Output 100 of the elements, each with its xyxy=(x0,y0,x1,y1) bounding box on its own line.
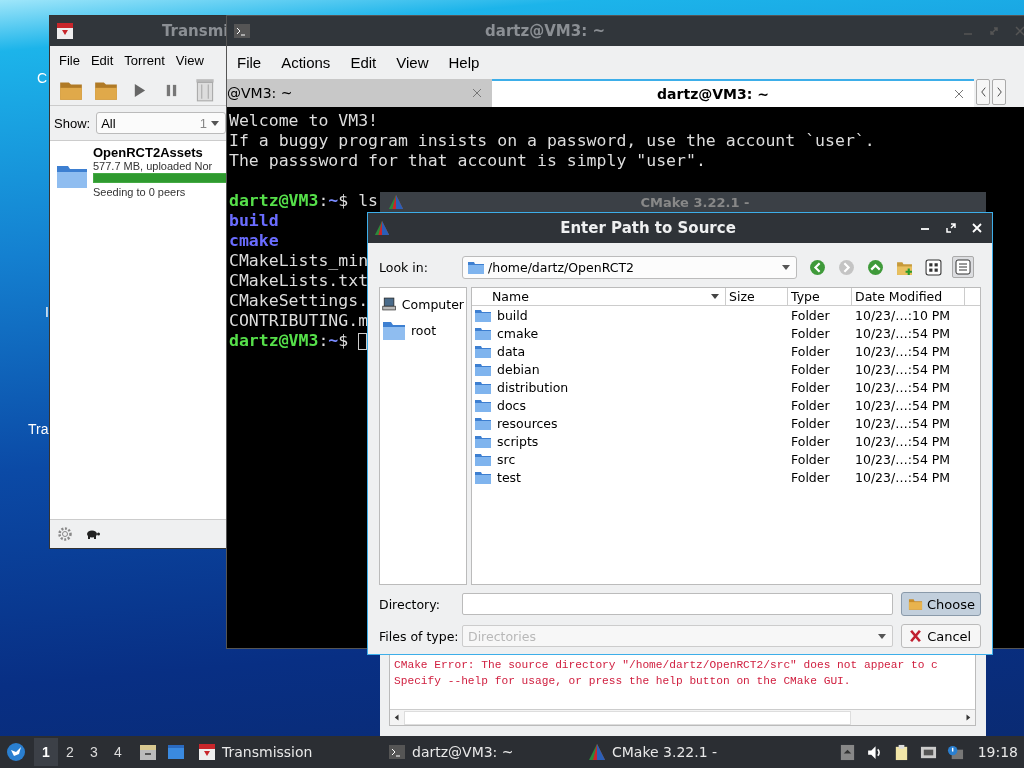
terminal-line: CMakeSettings. xyxy=(229,291,369,311)
terminal-icon xyxy=(388,743,406,761)
gear-icon[interactable] xyxy=(57,526,73,542)
window-icon[interactable] xyxy=(166,742,186,762)
workspace-button[interactable]: 4 xyxy=(106,738,130,766)
directory-name: cmake xyxy=(229,231,279,251)
terminal-tab[interactable]: dartz@VM3: ~ xyxy=(492,79,974,107)
clock[interactable]: 19:18 xyxy=(977,744,1018,760)
list-view-button[interactable] xyxy=(952,256,974,278)
caret-icon xyxy=(782,264,790,270)
scroll-right-icon[interactable] xyxy=(965,713,971,722)
terminal-line: Welcome to VM3! xyxy=(229,111,378,131)
file-type: Folder xyxy=(791,325,830,341)
tab-scroll-right-button[interactable] xyxy=(992,79,1006,105)
workspace-button[interactable]: 1 xyxy=(34,738,58,766)
file-type: Folder xyxy=(791,379,830,395)
menu-item[interactable]: Torrent xyxy=(124,53,165,68)
folder-icon xyxy=(908,597,923,611)
cancel-button[interactable]: Cancel xyxy=(901,624,981,648)
directory-field[interactable] xyxy=(462,593,893,615)
volume-icon[interactable] xyxy=(865,743,883,761)
directory-label: Directory: xyxy=(379,596,441,612)
prompt-line: dartz@VM3:~$ xyxy=(229,331,350,351)
file-name[interactable]: distribution xyxy=(497,379,569,395)
file-date: 10/23/…:54 PM xyxy=(855,433,951,449)
column-header[interactable]: Size xyxy=(726,288,788,305)
torrent-name[interactable]: OpenRCT2Assets xyxy=(93,145,226,160)
bird-logo-icon[interactable] xyxy=(6,742,26,762)
gift-box-icon xyxy=(198,743,216,761)
folder-icon xyxy=(475,344,491,358)
file-name[interactable]: build xyxy=(497,307,528,323)
folder-icon xyxy=(475,398,491,412)
column-header[interactable]: Name xyxy=(472,288,726,305)
caret-icon xyxy=(878,633,887,639)
file-date: 10/23/…:54 PM xyxy=(855,379,951,395)
turtle-icon[interactable] xyxy=(85,529,101,539)
choose-button[interactable]: Choose xyxy=(901,592,981,616)
tab-scroll-left-button[interactable] xyxy=(976,79,990,105)
folder-icon xyxy=(475,470,491,484)
workspace-button[interactable]: 2 xyxy=(58,738,82,766)
menu-item[interactable]: View xyxy=(175,53,204,68)
file-name[interactable]: data xyxy=(497,343,526,359)
menu-item[interactable]: File xyxy=(227,54,272,71)
folder-icon xyxy=(475,326,491,340)
place-item[interactable]: root xyxy=(380,317,466,343)
file-date: 10/23/…:10 PM xyxy=(855,307,951,323)
workspace-button[interactable]: 3 xyxy=(82,738,106,766)
taskbar-task[interactable]: Transmission xyxy=(194,738,384,766)
taskbar-task[interactable]: CMake 3.22.1 - xyxy=(584,738,722,766)
file-name[interactable]: test xyxy=(497,469,521,485)
notification-icon[interactable] xyxy=(946,743,964,761)
terminal-line: CMakeLists_min xyxy=(229,251,369,271)
column-header[interactable]: Type xyxy=(788,288,852,305)
file-type: Folder xyxy=(791,307,830,323)
file-date: 10/23/…:54 PM xyxy=(855,415,951,431)
computer-icon xyxy=(382,294,397,314)
play-icon[interactable] xyxy=(132,82,147,98)
filter-dropdown[interactable]: All 1 xyxy=(96,112,226,134)
file-type: Folder xyxy=(791,433,830,449)
icon-view-icon[interactable] xyxy=(925,258,942,276)
menu-item[interactable]: File xyxy=(59,53,80,68)
error-message: Specify --help for usage, or press the help button on the CMake GUI. xyxy=(394,674,852,689)
folder-icon xyxy=(475,452,491,466)
terminal-line: The passsword for that account is simply "user". xyxy=(229,151,706,171)
file-name[interactable]: cmake xyxy=(497,325,539,341)
menu-item[interactable]: Help xyxy=(438,54,490,71)
terminal-tab[interactable]: @VM3: ~ xyxy=(227,79,492,107)
folder-icon xyxy=(382,320,406,340)
terminal-icon xyxy=(233,22,251,40)
file-name[interactable]: resources xyxy=(497,415,558,431)
window-title: CMake 3.22.1 - xyxy=(639,194,751,210)
folder-icon xyxy=(475,362,491,376)
file-date: 10/23/…:54 PM xyxy=(855,451,951,467)
pause-icon[interactable] xyxy=(164,82,179,98)
file-name[interactable]: debian xyxy=(497,361,540,377)
file-type: Folder xyxy=(791,469,830,485)
file-type: Folder xyxy=(791,415,830,431)
file-date: 10/23/…:54 PM xyxy=(855,397,951,413)
menu-item[interactable]: Edit xyxy=(90,53,114,68)
folder-icon xyxy=(475,416,491,430)
horizontal-scrollbar[interactable] xyxy=(390,709,975,725)
file-date: 10/23/…:54 PM xyxy=(855,325,951,341)
file-cabinet-icon[interactable] xyxy=(138,742,158,762)
column-header[interactable]: Date Modified xyxy=(852,288,965,305)
scroll-left-icon[interactable] xyxy=(394,713,400,722)
menu-item[interactable]: Edit xyxy=(340,54,387,71)
desktop-icon-label[interactable]: Tra xyxy=(28,421,49,437)
file-name[interactable]: scripts xyxy=(497,433,539,449)
taskbar-task[interactable]: dartz@VM3: ~ xyxy=(384,738,584,766)
path-dropdown[interactable]: /home/dartz/OpenRCT2 xyxy=(462,255,797,279)
desktop-icon-label[interactable]: I xyxy=(45,304,49,320)
file-name[interactable]: docs xyxy=(497,397,526,413)
place-item[interactable]: Computer xyxy=(380,291,466,317)
file-type: Folder xyxy=(791,451,830,467)
file-type: Folder xyxy=(791,397,830,413)
menu-item[interactable]: Actions xyxy=(271,54,341,71)
file-name[interactable]: src xyxy=(497,451,516,467)
error-message: CMake Error: The source directory "/home/dartz/OpenRCT2/src" does not appear to c xyxy=(394,658,939,673)
window-title: dartz@VM3: ~ xyxy=(484,22,606,40)
menu-item[interactable]: View xyxy=(386,54,439,71)
